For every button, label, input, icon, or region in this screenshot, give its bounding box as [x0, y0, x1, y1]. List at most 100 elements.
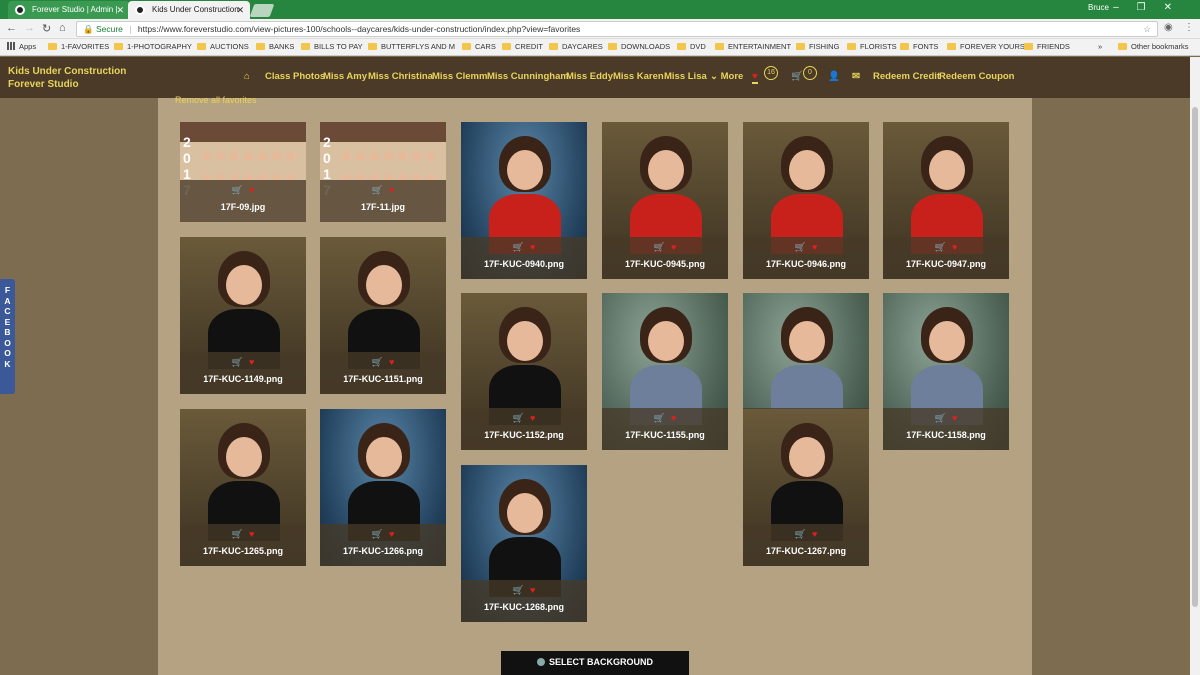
favorite-heart-icon[interactable]: ♥ — [671, 413, 676, 423]
window-controls[interactable]: –❐✕ — [1113, 2, 1190, 13]
photo-card[interactable]: 2017🛒♥17F-09.jpg — [180, 122, 306, 222]
favorite-heart-icon[interactable]: ♥ — [249, 357, 254, 367]
add-to-cart-icon[interactable]: 🛒 — [372, 185, 383, 195]
nav-miss-amy[interactable]: Miss Amy — [323, 71, 367, 82]
photo-card[interactable]: 🛒 ♥ 17F-KUC-1268.png — [461, 465, 587, 622]
bookmark-star-icon[interactable]: ☆ — [1143, 22, 1151, 36]
close-tab-icon[interactable]: ✕ — [116, 1, 124, 19]
menu-icon[interactable]: ⋮ — [1184, 22, 1194, 33]
bookmark-folder[interactable]: FOREVER YOURS — [947, 42, 1025, 51]
bookmark-folder[interactable]: ENTERTAINMENT — [715, 42, 791, 51]
photo-card[interactable]: 🛒 ♥ 17F-KUC-1155.png — [602, 293, 728, 450]
favorite-heart-icon[interactable]: ♥ — [952, 242, 957, 252]
favorite-heart-icon[interactable]: ♥ — [671, 242, 676, 252]
home-icon[interactable]: ⌂ — [59, 22, 66, 34]
other-bookmarks[interactable]: Other bookmarks — [1118, 42, 1189, 51]
back-icon[interactable]: ← — [6, 22, 17, 34]
cart-icon[interactable]: 🛒 — [791, 71, 803, 82]
new-tab-button[interactable] — [249, 4, 275, 17]
favorite-heart-icon[interactable]: ♥ — [530, 585, 535, 595]
more-bookmarks-chevron[interactable]: » — [1098, 42, 1102, 51]
add-to-cart-icon[interactable]: 🛒 — [513, 242, 524, 252]
tab-kids-under-construction[interactable]: Kids Under Construction ✕ — [128, 1, 250, 19]
add-to-cart-icon[interactable]: 🛒 — [795, 242, 806, 252]
bookmark-folder[interactable]: BANKS — [256, 42, 294, 51]
facebook-tab[interactable]: FACEBOOK — [0, 279, 15, 394]
favorite-heart-icon[interactable]: ♥ — [952, 413, 957, 423]
favorites-heart-icon[interactable]: ♥ — [752, 71, 758, 84]
bookmark-folder[interactable]: FRIENDS — [1024, 42, 1070, 51]
tab-forever-studio-admin[interactable]: Forever Studio | Admin | ✕ — [8, 1, 130, 19]
select-background-button[interactable]: SELECT BACKGROUND — [501, 651, 689, 675]
favorite-heart-icon[interactable]: ♥ — [812, 242, 817, 252]
remove-all-favorites-link[interactable]: Remove all favorites — [175, 95, 257, 105]
bookmark-folder[interactable]: AUCTIONS — [197, 42, 249, 51]
nav-miss-christina[interactable]: Miss Christina — [368, 71, 433, 82]
add-to-cart-icon[interactable]: 🛒 — [372, 529, 383, 539]
nav-miss-lisa[interactable]: Miss Lisa — [664, 71, 707, 82]
bookmark-apps[interactable]: Apps — [7, 42, 36, 51]
bookmark-folder[interactable]: 1-FAVORITES — [48, 42, 109, 51]
bookmark-folder[interactable]: DVD — [677, 42, 706, 51]
bookmark-folder[interactable]: BILLS TO PAY — [301, 42, 363, 51]
photo-card[interactable]: 🛒 ♥ 17F-KUC-0945.png — [602, 122, 728, 279]
nav-miss-eddy[interactable]: Miss Eddy — [566, 71, 613, 82]
redeem-credit-link[interactable]: Redeem Credit — [873, 71, 940, 82]
bookmark-folder[interactable]: DOWNLOADS — [608, 42, 670, 51]
add-to-cart-icon[interactable]: 🛒 — [935, 413, 946, 423]
nav-miss-clemm[interactable]: Miss Clemm — [432, 71, 487, 82]
home-icon[interactable]: ⌂ — [244, 71, 250, 82]
add-to-cart-icon[interactable]: 🛒 — [935, 242, 946, 252]
photo-card[interactable]: 🛒 ♥ 17F-KUC-1158.png — [883, 293, 1009, 450]
photo-card[interactable]: 🛒 ♥ 17F-KUC-0946.png — [743, 122, 869, 279]
nav-miss-karen[interactable]: Miss Karen — [613, 71, 664, 82]
bookmark-folder[interactable]: DAYCARES — [549, 42, 603, 51]
photo-card[interactable]: 🛒 ♥ 17F-KUC-0940.png — [461, 122, 587, 279]
photo-card[interactable]: 🛒 ♥ 17F-KUC-1152.png — [461, 293, 587, 450]
photo-card[interactable]: 🛒 ♥ 17F-KUC-1149.png — [180, 237, 306, 394]
reload-icon[interactable]: ↻ — [42, 22, 51, 35]
address-bar[interactable]: 🔒 Secure | https://www.foreverstudio.com… — [76, 21, 1158, 37]
extension-icon[interactable]: ◉ — [1164, 22, 1173, 33]
scrollbar-thumb[interactable] — [1192, 107, 1198, 607]
photo-card[interactable]: 🛒 ♥ 17F-KUC-0947.png — [883, 122, 1009, 279]
add-to-cart-icon[interactable]: 🛒 — [654, 242, 665, 252]
bookmark-folder[interactable]: FONTS — [900, 42, 938, 51]
favorite-heart-icon[interactable]: ♥ — [530, 242, 535, 252]
photo-card[interactable]: 🛒 ♥ 17F-KUC-1267.png — [743, 409, 869, 566]
bookmark-folder[interactable]: FLORISTS — [847, 42, 897, 51]
forward-icon[interactable]: → — [24, 22, 35, 34]
nav-more[interactable]: ⌄ More — [710, 71, 743, 82]
photo-card[interactable]: 2017🛒♥17F-11.jpg — [320, 122, 446, 222]
favorite-heart-icon[interactable]: ♥ — [389, 529, 394, 539]
add-to-cart-icon[interactable]: 🛒 — [513, 413, 524, 423]
close-tab-icon[interactable]: ✕ — [236, 1, 244, 19]
bookmark-folder[interactable]: CREDIT — [502, 42, 543, 51]
redeem-coupon-link[interactable]: Redeem Coupon — [939, 71, 1014, 82]
add-to-cart-icon[interactable]: 🛒 — [232, 185, 243, 195]
account-icon[interactable]: 👤 — [828, 71, 840, 82]
mail-icon[interactable]: ✉ — [852, 71, 860, 82]
add-to-cart-icon[interactable]: 🛒 — [232, 529, 243, 539]
favorite-heart-icon[interactable]: ♥ — [530, 413, 535, 423]
bookmark-folder[interactable]: CARS — [462, 42, 496, 51]
add-to-cart-icon[interactable]: 🛒 — [232, 357, 243, 367]
favorite-heart-icon[interactable]: ♥ — [389, 185, 394, 195]
add-to-cart-icon[interactable]: 🛒 — [654, 413, 665, 423]
site-brand[interactable]: Kids Under Construction Forever Studio — [8, 65, 126, 91]
bookmark-folder[interactable]: FISHING — [796, 42, 839, 51]
favorite-heart-icon[interactable]: ♥ — [389, 357, 394, 367]
favorite-heart-icon[interactable]: ♥ — [249, 185, 254, 195]
favorite-heart-icon[interactable]: ♥ — [812, 529, 817, 539]
add-to-cart-icon[interactable]: 🛒 — [372, 357, 383, 367]
add-to-cart-icon[interactable]: 🛒 — [513, 585, 524, 595]
photo-card[interactable]: 🛒 ♥ 17F-KUC-1151.png — [320, 237, 446, 394]
photo-card[interactable]: 🛒 ♥ 17F-KUC-1266.png — [320, 409, 446, 566]
page-scrollbar[interactable] — [1190, 57, 1200, 675]
nav-miss-cunningham[interactable]: Miss Cunningham — [487, 71, 569, 82]
add-to-cart-icon[interactable]: 🛒 — [795, 529, 806, 539]
profile-name[interactable]: Bruce — [1088, 3, 1109, 12]
photo-card[interactable]: 🛒 ♥ 17F-KUC-1265.png — [180, 409, 306, 566]
bookmark-folder[interactable]: 1-PHOTOGRAPHY — [114, 42, 192, 51]
bookmark-folder[interactable]: BUTTERFLYS AND M — [368, 42, 455, 51]
